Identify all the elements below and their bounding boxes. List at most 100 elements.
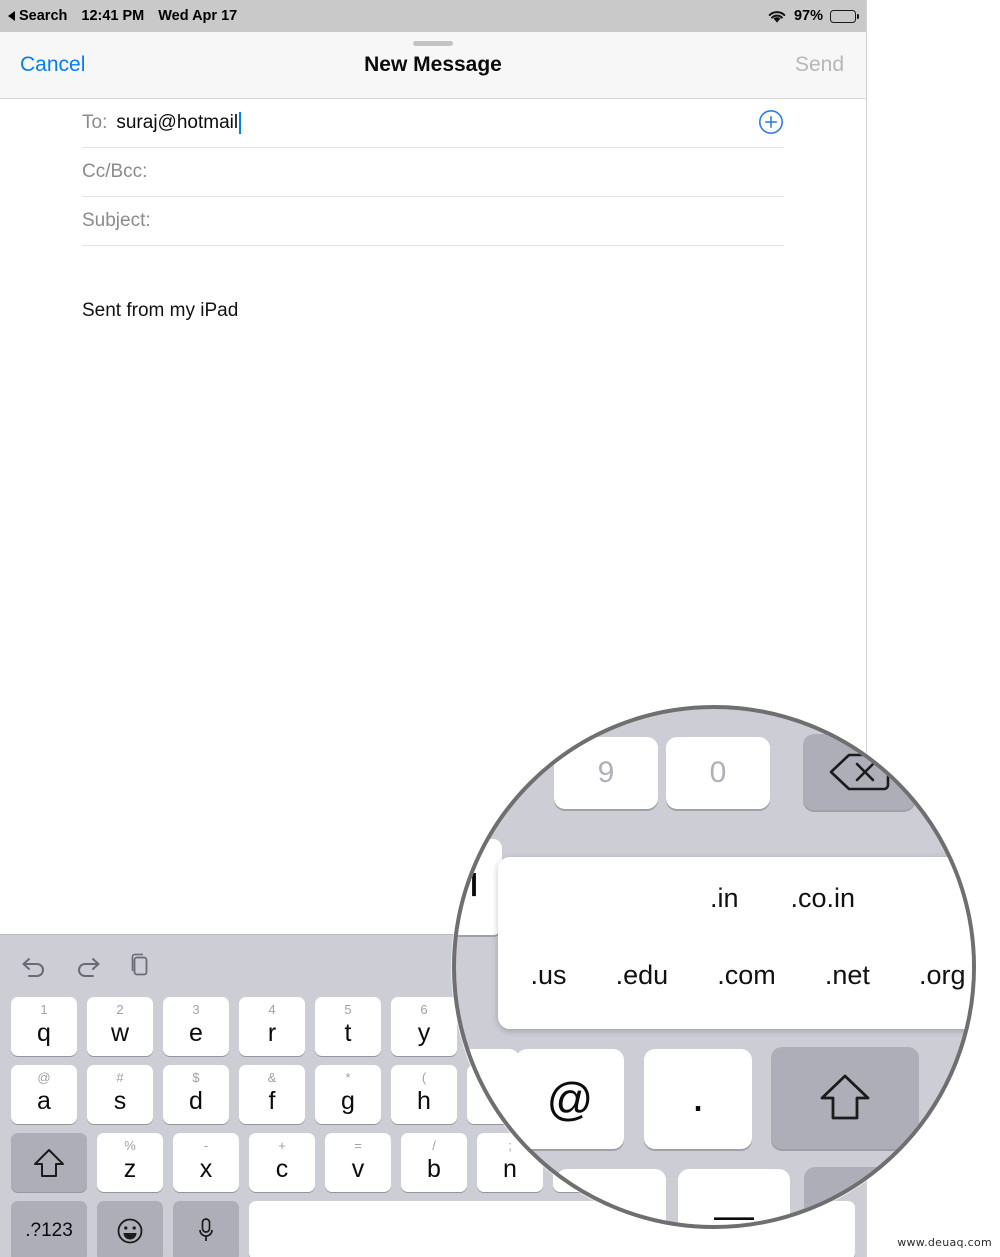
hide-keyboard-icon [850,1188,908,1222]
key-q-alt: 1 [40,1002,48,1017]
key-r[interactable]: 4r [239,997,305,1056]
magnified-key-backspace[interactable] [803,734,915,810]
key-w-alt: 2 [116,1002,124,1017]
key-w-label: w [110,1019,130,1047]
key-w[interactable]: 2w [87,997,153,1056]
to-field-label: To: [82,112,108,133]
key-a[interactable]: @ a [11,1065,77,1124]
key-dictation[interactable] [173,1201,239,1257]
domain-suggestion-net[interactable]: .net [825,960,870,991]
key-h-alt: ( [421,1070,427,1085]
key-x-label: x [199,1155,213,1183]
paste-icon[interactable] [128,953,152,979]
magnified-key-dash-right-label: — [714,1193,754,1229]
key-y-alt: 6 [420,1002,428,1017]
magnified-key-period-label: . [691,1069,705,1121]
domain-suggestion-org[interactable]: .org [919,960,966,991]
domain-suggestion-com[interactable]: .com [717,960,776,991]
domain-suggestion-popup: .in .co.in .us .edu .com .net .org [498,857,972,1029]
key-v[interactable]: = v [325,1133,391,1192]
to-field-value: suraj@hotmail [116,112,239,133]
key-r-alt: 4 [268,1002,276,1017]
sheet-grabber-handle[interactable] [413,41,453,46]
key-z[interactable]: % z [97,1133,163,1192]
site-watermark: www.deuaq.com [897,1236,992,1249]
shift-arrow-icon [820,1074,870,1120]
key-d-label: d [189,1087,203,1115]
redo-icon[interactable] [74,954,102,978]
domain-suggestion-in[interactable]: .in [710,883,739,914]
magnified-key-dash-right[interactable]: — [678,1169,790,1229]
cc-bcc-field-row[interactable]: Cc/Bcc: [82,148,784,197]
magnified-key-i[interactable]: i [456,839,502,935]
magnified-key-shift[interactable] [771,1047,919,1149]
key-a-label: a [37,1087,51,1115]
key-t-alt: 5 [344,1002,352,1017]
status-bar-right: 97% [767,8,866,24]
key-z-alt: % [124,1138,136,1153]
magnifier-content: i 9 0 .in .co.in .us .edu .com .net .org @ . [456,709,972,1229]
key-q-label: q [37,1019,51,1047]
domain-suggestion-us[interactable]: .us [531,960,567,991]
to-field-row[interactable]: To: suraj@hotmail [82,99,784,148]
back-label: Search [19,8,68,24]
status-time: 12:41 PM [81,8,145,24]
magnified-key-at[interactable]: @ [516,1049,624,1149]
magnified-key-partial-left[interactable] [456,1049,520,1149]
add-contact-plus-circle-icon[interactable] [758,109,784,135]
back-to-search-button[interactable]: Search [8,8,67,24]
status-bar-left: Search 12:41 PM Wed Apr 17 [0,8,237,24]
key-q[interactable]: 1q [11,997,77,1056]
key-h-label: h [417,1087,431,1115]
key-g[interactable]: * g [315,1065,381,1124]
domain-suggestion-coin[interactable]: .co.in [791,883,856,914]
key-s[interactable]: # s [87,1065,153,1124]
key-numbers-mode-label: .?123 [25,1219,73,1241]
key-v-alt: = [354,1138,362,1153]
magnified-key-i-label: i [469,857,479,906]
key-f-label: f [268,1087,276,1115]
subject-field-row[interactable]: Subject: [82,197,784,246]
magnified-key-period[interactable]: . [644,1049,752,1149]
magnified-key-0-label: 0 [709,756,727,789]
subject-field-label: Subject: [82,210,151,231]
key-s-alt: # [116,1070,124,1085]
status-date: Wed Apr 17 [158,8,238,24]
key-e-alt: 3 [192,1002,200,1017]
key-c[interactable]: + c [249,1133,315,1192]
domain-popup-row-top: .in .co.in [498,883,972,914]
magnified-key-dash-mid[interactable] [556,1169,666,1225]
magnified-key-hide-keyboard[interactable] [804,1167,954,1225]
key-shift-left[interactable] [11,1133,87,1192]
key-e[interactable]: 3e [163,997,229,1056]
magnified-key-9[interactable]: 9 [554,737,658,809]
key-y-label: y [417,1019,431,1047]
cancel-button[interactable]: Cancel [20,53,85,77]
message-body[interactable]: Sent from my iPad [0,246,866,322]
key-z-label: z [123,1155,137,1183]
key-y[interactable]: 6y [391,997,457,1056]
key-emoji[interactable] [97,1201,163,1257]
text-cursor [239,112,242,134]
shift-arrow-icon [34,1148,64,1177]
page-title: New Message [364,53,502,76]
magnified-key-0[interactable]: 0 [666,737,770,809]
domain-suggestion-edu[interactable]: .edu [616,960,669,991]
wifi-icon [767,9,787,24]
key-d[interactable]: $ d [163,1065,229,1124]
key-x[interactable]: -x [173,1133,239,1192]
key-f[interactable]: & f [239,1065,305,1124]
key-s-label: s [113,1087,127,1115]
undo-icon[interactable] [20,954,48,978]
key-v-label: v [351,1155,365,1183]
send-button[interactable]: Send [795,53,844,77]
key-g-alt: * [345,1070,351,1085]
key-h[interactable]: (h [391,1065,457,1124]
magnifier-callout: i 9 0 .in .co.in .us .edu .com .net .org @ . [452,705,976,1229]
key-t[interactable]: 5t [315,997,381,1056]
magnified-key-dash-left[interactable]: — [456,1169,532,1225]
key-numbers-mode[interactable]: .?123 [11,1201,87,1257]
key-r-label: r [267,1019,277,1047]
battery-percent: 97% [793,8,823,24]
battery-icon [830,9,859,23]
